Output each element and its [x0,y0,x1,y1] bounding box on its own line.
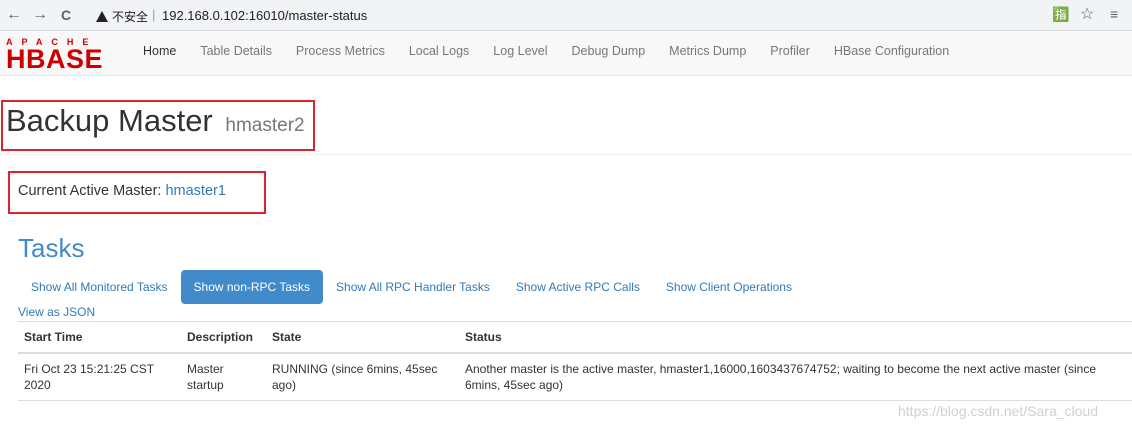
nav-metrics-dump[interactable]: Metrics Dump [657,31,758,75]
bookmark-star-icon[interactable]: ☆ [1080,4,1094,24]
page-title-text: Backup Master [6,103,213,138]
start-time-cell: Fri Oct 23 15:21:25 CST 2020 [18,353,181,401]
logo-hbase-text: HBASE [6,44,104,74]
task-tabs: Show All Monitored Tasks Show non-RPC Ta… [18,270,805,304]
hbase-logo[interactable]: APACHE HBASE [6,37,120,74]
nav-log-level[interactable]: Log Level [481,31,559,75]
nav-profiler[interactable]: Profiler [758,31,822,75]
active-master-link[interactable]: hmaster1 [165,183,225,199]
reading-list-icon[interactable]: ≡ [1110,6,1118,22]
security-label: 不安全 [112,10,149,24]
view-as-json-link[interactable]: View as JSON [18,305,95,319]
tab-all-monitored-tasks[interactable]: Show All Monitored Tasks [18,270,181,304]
nav-table-details[interactable]: Table Details [188,31,284,75]
tab-all-rpc-handler-tasks[interactable]: Show All RPC Handler Tasks [323,270,503,304]
nav-home[interactable]: Home [131,31,188,75]
forward-icon[interactable]: → [30,5,50,25]
nav-local-logs[interactable]: Local Logs [397,31,481,75]
page-subtitle: hmaster2 [225,115,305,136]
state-cell: RUNNING (since 6mins, 45sec ago) [266,353,459,401]
current-active-master: Current Active Master: hmaster1 [18,183,226,199]
translate-icon[interactable]: 🈯 [1052,6,1069,23]
warning-icon [96,11,108,22]
navbar: APACHE HBASE Home Table Details Process … [0,31,1132,76]
active-master-label: Current Active Master: [18,183,166,199]
address-bar[interactable]: 不安全 | 192.168.0.102:16010/master-status [86,3,1086,27]
reload-icon[interactable]: C [56,5,76,25]
table-row: Fri Oct 23 15:21:25 CST 2020 Master star… [18,353,1132,401]
watermark: https://blog.csdn.net/Sara_cloud [898,403,1099,419]
page-title: Backup Master hmaster2 [6,103,305,139]
tab-active-rpc-calls[interactable]: Show Active RPC Calls [503,270,653,304]
security-indicator[interactable]: 不安全 [96,8,148,25]
column-header: State [266,321,459,354]
nav-links: Home Table Details Process Metrics Local… [131,31,961,75]
status-cell: Another master is the active master, hma… [459,353,1132,401]
nav-debug-dump[interactable]: Debug Dump [560,31,658,75]
browser-toolbar: ← → C 不安全 | 192.168.0.102:16010/master-s… [0,0,1132,31]
tab-non-rpc-tasks[interactable]: Show non-RPC Tasks [180,270,324,304]
back-icon[interactable]: ← [4,5,24,25]
description-cell: Master startup [181,353,266,401]
column-header: Status [459,321,1132,354]
table-header-row: Start Time Description State Status [18,321,1132,354]
nav-hbase-configuration[interactable]: HBase Configuration [822,31,961,75]
separator: | [152,7,156,22]
tasks-heading: Tasks [18,233,85,263]
tab-client-operations[interactable]: Show Client Operations [653,270,805,304]
tasks-table: Start Time Description State Status Fri … [18,321,1132,401]
url-text[interactable]: 192.168.0.102:16010/master-status [162,8,367,23]
column-header: Start Time [18,321,181,354]
nav-process-metrics[interactable]: Process Metrics [284,31,397,75]
column-header: Description [181,321,266,354]
